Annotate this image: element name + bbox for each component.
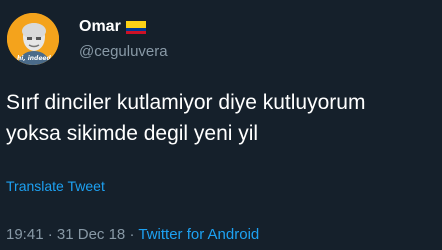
tweet-text: Sırf dinciler kutlamiyor diye kutluyorum… [6,91,366,145]
tweet-meta: 19:41 · 31 Dec 18 · Twitter for Android [6,225,259,245]
meta-separator: · [47,226,53,243]
avatar-image: hi, indeed [7,13,59,65]
user-handle[interactable]: @ceguluvera [79,42,168,62]
translate-tweet-link[interactable]: Translate Tweet [6,177,105,195]
flag-icon [126,21,146,34]
avatar[interactable]: hi, indeed [7,13,59,65]
avatar-caption: hi, indeed [17,55,51,62]
flag-stripe-red [126,30,146,34]
tweet-date[interactable]: 31 Dec 18 [57,226,125,243]
meta-separator: · [129,226,135,243]
tweet-card: hi, indeed Omar @ceguluvera Sırf dincile… [0,0,442,250]
tweet-time[interactable]: 19:41 [6,226,44,243]
tweet-source-link[interactable]: Twitter for Android [138,226,259,243]
display-name[interactable]: Omar [79,17,121,37]
